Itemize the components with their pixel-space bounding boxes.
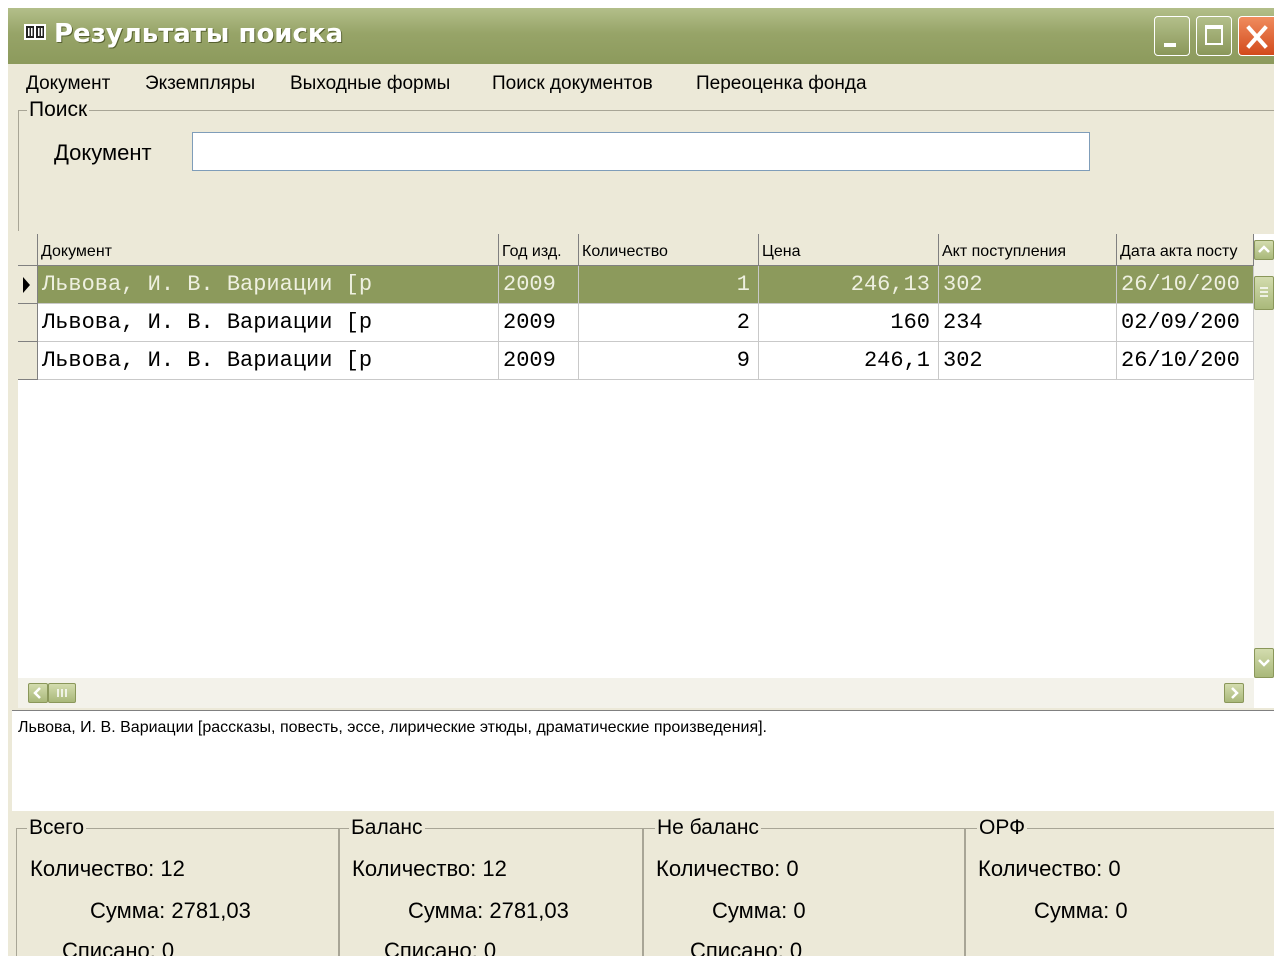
search-results-window: Результаты поиска Документ Экземпляры Вы…	[8, 8, 1274, 956]
document-field-label: Документ	[54, 140, 152, 165]
col-header-document[interactable]: Документ	[38, 234, 499, 266]
total-sum: Сумма: 2781,03	[90, 898, 251, 923]
window-title: Результаты поиска	[54, 19, 344, 49]
cell-year[interactable]: 2009	[499, 304, 579, 342]
cell-act-date[interactable]: 02/09/200	[1117, 304, 1254, 342]
title-bar[interactable]: Результаты поиска	[8, 8, 1274, 64]
balance-sum: Сумма: 2781,03	[408, 898, 569, 923]
menu-fund-revaluation[interactable]: Переоценка фонда	[696, 73, 867, 95]
book-icon	[24, 24, 46, 40]
summary-group-balance: Баланс	[338, 816, 644, 956]
scroll-down-button[interactable]	[1254, 648, 1274, 678]
row-indicator[interactable]	[18, 342, 38, 380]
vertical-scrollbar[interactable]	[1254, 240, 1274, 678]
col-header-price[interactable]: Цена	[759, 234, 939, 266]
row-indicator[interactable]	[18, 266, 38, 304]
cell-year[interactable]: 2009	[499, 266, 579, 304]
balance-count: Количество: 12	[352, 856, 507, 881]
grid-corner	[18, 234, 38, 266]
description-panel: Львова, И. В. Вариации [рассказы, повест…	[12, 710, 1274, 811]
menu-document[interactable]: Документ	[26, 73, 110, 95]
chevron-up-icon	[1258, 245, 1270, 253]
results-grid: Документ Год изд. Количество Цена Акт по…	[18, 234, 1274, 708]
vertical-scroll-thumb[interactable]	[1254, 276, 1274, 310]
search-group-label: Поиск	[27, 98, 90, 122]
maximize-button[interactable]	[1196, 16, 1232, 56]
cell-year[interactable]: 2009	[499, 342, 579, 380]
cell-document[interactable]: Львова, И. В. Вариации [р	[38, 342, 499, 380]
off-balance-sum: Сумма: 0	[712, 898, 806, 923]
cell-receipt-act[interactable]: 302	[939, 266, 1117, 304]
scroll-up-button[interactable]	[1254, 240, 1274, 260]
scroll-left-button[interactable]	[28, 683, 48, 703]
close-button[interactable]	[1238, 16, 1274, 56]
maximize-icon	[1205, 25, 1223, 45]
horizontal-scroll-thumb[interactable]	[48, 683, 76, 703]
orf-count: Количество: 0	[978, 856, 1121, 881]
menu-copies[interactable]: Экземпляры	[145, 73, 255, 95]
total-written-off: Списано: 0	[62, 938, 175, 956]
minimize-icon	[1164, 43, 1176, 47]
summary-label-off-balance: Не баланс	[655, 816, 761, 840]
cell-quantity[interactable]: 9	[579, 342, 759, 380]
balance-written-off: Списано: 0	[384, 938, 497, 956]
summary-label-balance: Баланс	[349, 816, 425, 840]
cell-act-date[interactable]: 26/10/200	[1117, 342, 1254, 380]
cell-receipt-act[interactable]: 302	[939, 342, 1117, 380]
col-header-act-date[interactable]: Дата акта посту	[1117, 234, 1254, 266]
menu-bar: Документ Экземпляры Выходные формы Поиск…	[8, 64, 1274, 98]
col-header-year[interactable]: Год изд.	[499, 234, 579, 266]
off-balance-count: Количество: 0	[656, 856, 799, 881]
off-balance-written-off: Списано: 0	[690, 938, 803, 956]
document-description: Львова, И. В. Вариации [рассказы, повест…	[18, 719, 767, 736]
scroll-right-button[interactable]	[1224, 683, 1244, 703]
col-header-receipt-act[interactable]: Акт поступления	[939, 234, 1117, 266]
cell-price[interactable]: 246,13	[759, 266, 939, 304]
document-search-input[interactable]	[192, 132, 1090, 171]
chevron-left-icon	[33, 687, 41, 699]
summary-group-orf: ОРФ	[964, 816, 1274, 956]
summary-group-off-balance: Не баланс	[642, 816, 966, 956]
horizontal-scrollbar[interactable]	[18, 678, 1254, 708]
chevron-right-icon	[1231, 687, 1239, 699]
minimize-button[interactable]	[1154, 16, 1190, 56]
cell-document[interactable]: Львова, И. В. Вариации [р	[38, 304, 499, 342]
grip-icon	[1260, 287, 1268, 297]
cell-price[interactable]: 160	[759, 304, 939, 342]
current-row-arrow-icon	[23, 277, 30, 293]
menu-document-search[interactable]: Поиск документов	[492, 73, 653, 95]
close-icon	[1246, 25, 1268, 49]
menu-output-forms[interactable]: Выходные формы	[290, 73, 450, 95]
col-header-quantity[interactable]: Количество	[579, 234, 759, 266]
orf-sum: Сумма: 0	[1034, 898, 1128, 923]
grip-icon	[57, 689, 67, 697]
cell-quantity[interactable]: 1	[579, 266, 759, 304]
summary-group-total: Всего	[16, 816, 340, 956]
chevron-down-icon	[1258, 659, 1270, 667]
cell-quantity[interactable]: 2	[579, 304, 759, 342]
summary-label-orf: ОРФ	[977, 816, 1028, 840]
summary-label-total: Всего	[27, 816, 87, 840]
total-count: Количество: 12	[30, 856, 185, 881]
row-indicator[interactable]	[18, 304, 38, 342]
cell-document[interactable]: Львова, И. В. Вариации [р	[38, 266, 499, 304]
cell-act-date[interactable]: 26/10/200	[1117, 266, 1254, 304]
cell-price[interactable]: 246,1	[759, 342, 939, 380]
cell-receipt-act[interactable]: 234	[939, 304, 1117, 342]
